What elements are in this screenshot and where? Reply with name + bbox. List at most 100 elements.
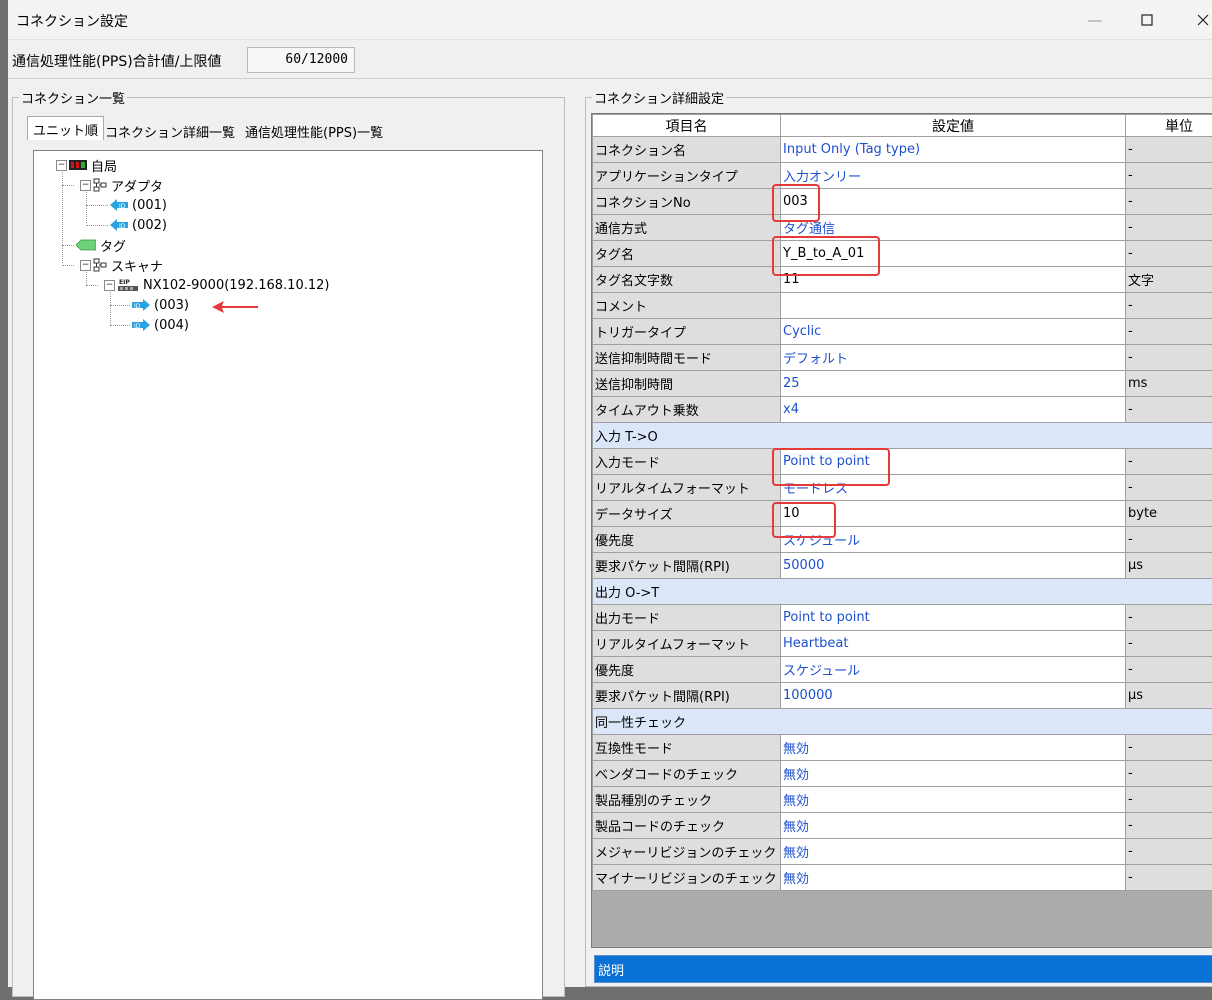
table-row[interactable]: マイナーリビジョンのチェック無効- xyxy=(593,865,1212,891)
table-row[interactable]: データサイズ10byte xyxy=(593,501,1212,527)
collapse-icon[interactable]: − xyxy=(80,180,91,191)
section-row[interactable]: 同一性チェック xyxy=(593,709,1212,735)
table-row[interactable]: タグ名Y_B_to_A_01- xyxy=(593,241,1212,267)
description-bar: 説明 xyxy=(594,955,1212,983)
table-row[interactable]: コネクション名Input Only (Tag type)- xyxy=(593,137,1212,163)
column-header-unit[interactable]: 単位 xyxy=(1126,115,1212,137)
property-name-cell: ベンダコードのチェック xyxy=(593,761,781,787)
connection-tree[interactable]: − 自局 − アダプタ ID (001) xyxy=(33,150,543,1000)
table-row[interactable]: コメント- xyxy=(593,293,1212,319)
table-row[interactable]: 製品コードのチェック無効- xyxy=(593,813,1212,839)
property-value-cell[interactable]: 無効 xyxy=(781,735,1126,761)
property-value-cell[interactable]: 25 xyxy=(781,371,1126,397)
minimize-icon: — xyxy=(1088,11,1103,29)
property-value-cell[interactable]: Cyclic xyxy=(781,319,1126,345)
table-row[interactable]: タグ名文字数11文字 xyxy=(593,267,1212,293)
property-name-cell: リアルタイムフォーマット xyxy=(593,631,781,657)
property-value-cell[interactable]: 50000 xyxy=(781,553,1126,579)
property-value-cell[interactable]: Input Only (Tag type) xyxy=(781,137,1126,163)
property-value-cell[interactable]: Heartbeat xyxy=(781,631,1126,657)
table-row[interactable]: 送信抑制時間モードデフォルト- xyxy=(593,345,1212,371)
property-name-cell: リアルタイムフォーマット xyxy=(593,475,781,501)
table-row[interactable]: トリガータイプCyclic- xyxy=(593,319,1212,345)
section-row[interactable]: 出力 O->T xyxy=(593,579,1212,605)
table-row[interactable]: 優先度スケジュール- xyxy=(593,527,1212,553)
table-row[interactable]: 通信方式タグ通信- xyxy=(593,215,1212,241)
property-name-cell: データサイズ xyxy=(593,501,781,527)
property-value-cell[interactable]: 無効 xyxy=(781,839,1126,865)
table-row[interactable]: コネクションNo003- xyxy=(593,189,1212,215)
tree-label-tag: タグ xyxy=(100,236,126,255)
table-row[interactable]: リアルタイムフォーマットモードレス- xyxy=(593,475,1212,501)
property-name-cell: 製品種別のチェック xyxy=(593,787,781,813)
tree-line xyxy=(62,265,74,266)
property-value-cell[interactable]: 003 xyxy=(781,189,1126,215)
output-connection-icon: ID xyxy=(132,319,150,331)
property-unit-cell: - xyxy=(1126,449,1212,475)
tree-node-scanner[interactable]: − スキャナ xyxy=(80,256,163,274)
property-value-cell[interactable]: スケジュール xyxy=(781,657,1126,683)
connection-list-title: コネクション一覧 xyxy=(19,88,127,107)
tree-node-device[interactable]: − EIP NX102-9000(192.168.10.12) xyxy=(104,276,329,294)
svg-text:EIP: EIP xyxy=(119,279,130,286)
table-row[interactable]: ベンダコードのチェック無効- xyxy=(593,761,1212,787)
connection-list-group: コネクション一覧 ユニット順 コネクション詳細一覧 通信処理性能(PPS)一覧 … xyxy=(12,97,565,997)
section-label: 同一性チェック xyxy=(593,709,1212,735)
property-value-cell[interactable]: 無効 xyxy=(781,761,1126,787)
property-value-cell[interactable]: x4 xyxy=(781,397,1126,423)
collapse-icon[interactable]: − xyxy=(104,280,115,291)
property-value-cell[interactable] xyxy=(781,293,1126,319)
property-value-cell[interactable]: 無効 xyxy=(781,865,1126,891)
tree-label-device-003: (003) xyxy=(154,298,189,313)
property-value-cell[interactable]: 無効 xyxy=(781,787,1126,813)
maximize-button[interactable] xyxy=(1124,0,1170,40)
column-header-value[interactable]: 設定値 xyxy=(781,115,1126,137)
property-table: 項目名 設定値 単位 コネクション名Input Only (Tag type)-… xyxy=(592,114,1212,891)
table-row[interactable]: 要求パケット間隔(RPI)100000µs xyxy=(593,683,1212,709)
property-unit-cell: byte xyxy=(1126,501,1212,527)
table-row[interactable]: リアルタイムフォーマットHeartbeat- xyxy=(593,631,1212,657)
tree-node-adapter-001[interactable]: ID (001) xyxy=(110,196,167,214)
property-name-cell: コネクションNo xyxy=(593,189,781,215)
tab-unit-order[interactable]: ユニット順 xyxy=(27,116,104,140)
table-row[interactable]: メジャーリビジョンのチェック無効- xyxy=(593,839,1212,865)
tree-node-tag[interactable]: タグ xyxy=(76,236,126,254)
column-header-name[interactable]: 項目名 xyxy=(593,115,781,137)
property-value-cell[interactable]: 100000 xyxy=(781,683,1126,709)
table-row[interactable]: 要求パケット間隔(RPI)50000µs xyxy=(593,553,1212,579)
tab-connection-detail-list[interactable]: コネクション詳細一覧 xyxy=(99,118,241,140)
property-grid: 項目名 設定値 単位 コネクション名Input Only (Tag type)-… xyxy=(591,113,1212,948)
tab-pps-list[interactable]: 通信処理性能(PPS)一覧 xyxy=(239,118,389,140)
tree-node-device-004[interactable]: ID (004) xyxy=(132,316,189,334)
property-name-cell: コメント xyxy=(593,293,781,319)
table-row[interactable]: 出力モードPoint to point- xyxy=(593,605,1212,631)
property-name-cell: 優先度 xyxy=(593,527,781,553)
table-row[interactable]: 送信抑制時間25ms xyxy=(593,371,1212,397)
tree-node-adapter[interactable]: − アダプタ xyxy=(80,176,163,194)
table-row[interactable]: 優先度スケジュール- xyxy=(593,657,1212,683)
close-button[interactable] xyxy=(1180,0,1212,40)
table-row[interactable]: 入力モードPoint to point- xyxy=(593,449,1212,475)
property-name-cell: マイナーリビジョンのチェック xyxy=(593,865,781,891)
tree-node-root[interactable]: − 自局 xyxy=(56,156,117,174)
table-row[interactable]: 互換性モード無効- xyxy=(593,735,1212,761)
minimize-button[interactable]: — xyxy=(1072,0,1118,40)
property-value-cell[interactable]: Point to point xyxy=(781,605,1126,631)
property-value-cell[interactable]: デフォルト xyxy=(781,345,1126,371)
property-value-cell[interactable]: 入力オンリー xyxy=(781,163,1126,189)
plc-icon xyxy=(69,159,87,171)
collapse-icon[interactable]: − xyxy=(56,160,67,171)
table-row[interactable]: アプリケーションタイプ入力オンリー- xyxy=(593,163,1212,189)
table-row[interactable]: タイムアウト乗数x4- xyxy=(593,397,1212,423)
tree-node-device-003[interactable]: ID (003) xyxy=(132,296,189,314)
collapse-icon[interactable]: − xyxy=(80,260,91,271)
property-value-cell[interactable]: 無効 xyxy=(781,813,1126,839)
tree-label-scanner: スキャナ xyxy=(111,256,163,275)
property-name-cell: 製品コードのチェック xyxy=(593,813,781,839)
table-row[interactable]: 製品種別のチェック無効- xyxy=(593,787,1212,813)
tree-node-adapter-002[interactable]: ID (002) xyxy=(110,216,167,234)
tree-line xyxy=(62,168,63,263)
section-row[interactable]: 入力 T->O xyxy=(593,423,1212,449)
property-name-cell: アプリケーションタイプ xyxy=(593,163,781,189)
highlight-box-input-mode xyxy=(772,448,890,486)
